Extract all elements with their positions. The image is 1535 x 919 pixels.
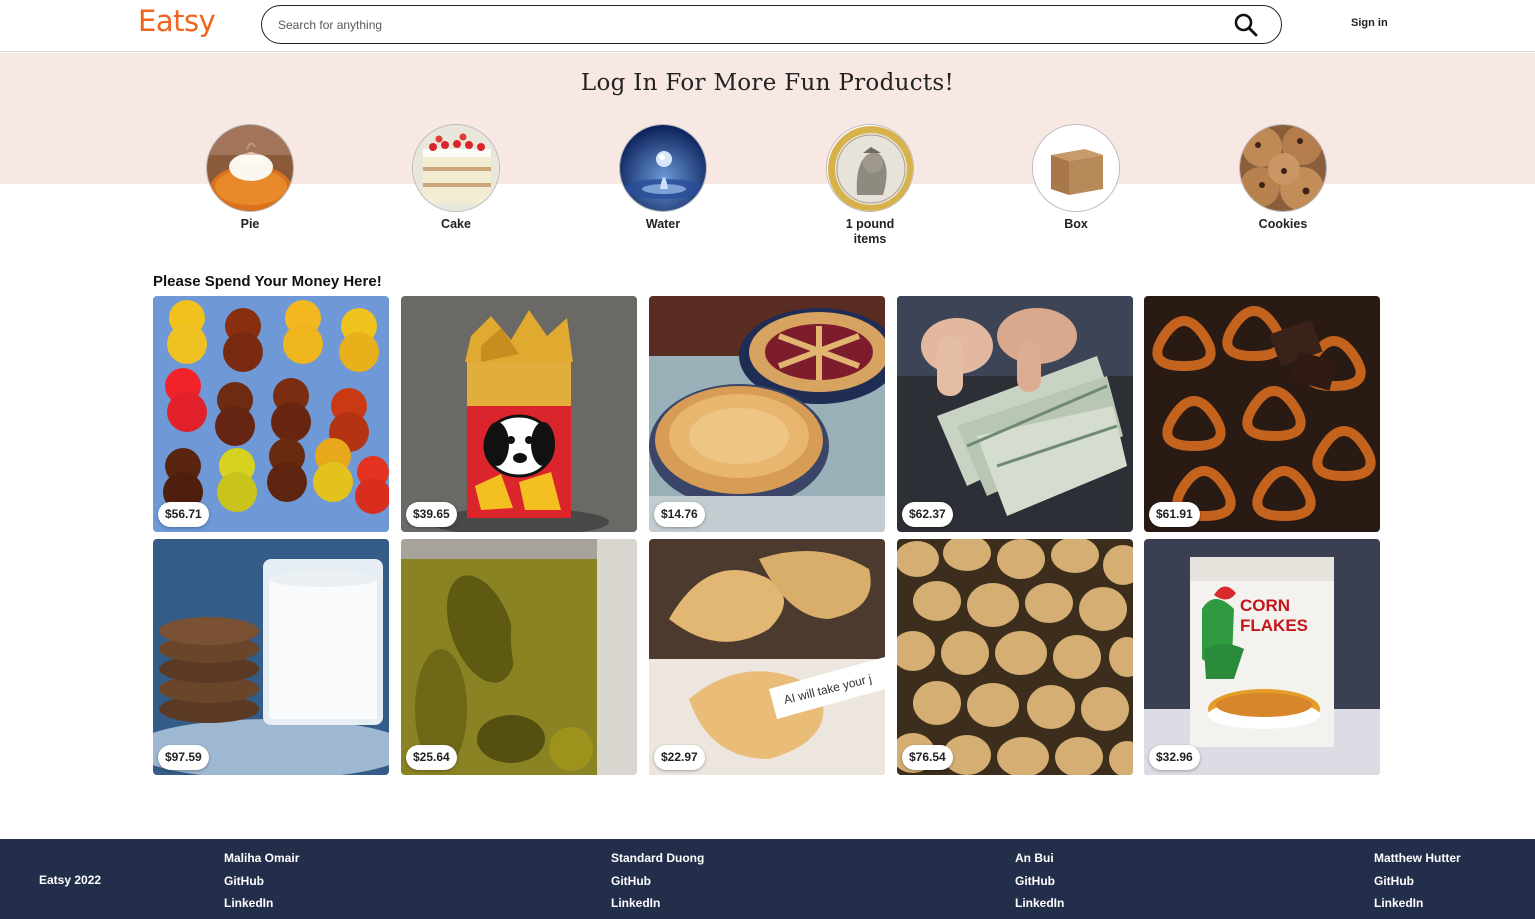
cake-image [412,124,500,212]
price-badge: $14.76 [654,502,705,527]
chocolate-pretzels-image [1144,296,1380,532]
product-card[interactable]: AI will take your j $22.97 [649,539,885,775]
category-label: Pie [240,217,260,231]
search-input[interactable] [278,14,1198,36]
product-card[interactable]: $39.65 [401,296,637,532]
linkedin-link[interactable]: LinkedIn [224,896,273,910]
search-icon[interactable] [1233,12,1259,38]
chips-bag-image [401,296,637,532]
category-label: Cake [441,217,471,231]
product-card[interactable]: $97.59 [153,539,389,775]
github-link[interactable]: GitHub [1374,874,1414,888]
person-name: Standard Duong [611,851,705,865]
category-label: Box [1064,217,1088,231]
linkedin-link[interactable]: LinkedIn [1374,896,1423,910]
price-badge: $97.59 [158,745,209,770]
pie-image [206,124,294,212]
site-header: Eatsy Sign in [0,0,1535,52]
product-card[interactable]: $62.37 [897,296,1133,532]
category-label: Cookies [1258,217,1308,231]
github-link[interactable]: GitHub [611,874,651,888]
footer-brand: Eatsy 2022 [39,873,102,887]
github-link[interactable]: GitHub [224,874,264,888]
category-label: Water [645,217,681,231]
pickles-jar-image [401,539,637,775]
category-1-pound-items[interactable]: 1 pound items [815,124,925,247]
linkedin-link[interactable]: LinkedIn [611,896,660,910]
corn-flakes-image: CORN FLAKES [1144,539,1380,775]
person-name: Matthew Hutter [1374,851,1461,865]
cookies-and-milk-image [153,539,389,775]
product-card[interactable]: $76.54 [897,539,1133,775]
price-badge: $62.37 [902,502,953,527]
money-image [897,296,1133,532]
price-badge: $39.65 [406,502,457,527]
cookies-image [1239,124,1327,212]
price-badge: $22.97 [654,745,705,770]
person-name: An Bui [1015,851,1054,865]
category-water[interactable]: Water [608,124,718,232]
gummy-bears-image [153,296,389,532]
site-footer: Eatsy 2022 Maliha Omair GitHub LinkedIn … [0,839,1535,919]
footer-person-column: An Bui GitHub LinkedIn [1015,851,1064,919]
box-image [1032,124,1120,212]
footer-person-column: Matthew Hutter GitHub LinkedIn [1374,851,1461,919]
person-name: Maliha Omair [224,851,300,865]
svg-text:FLAKES: FLAKES [1240,616,1308,635]
category-label: 1 pound items [845,217,895,246]
water-drop-image [619,124,707,212]
linkedin-link[interactable]: LinkedIn [1015,896,1064,910]
category-cookies[interactable]: Cookies [1228,124,1338,232]
sign-in-link[interactable]: Sign in [1351,17,1388,29]
product-card[interactable]: $56.71 [153,296,389,532]
product-card[interactable]: $61.91 [1144,296,1380,532]
product-card[interactable]: $14.76 [649,296,885,532]
category-pie[interactable]: Pie [195,124,305,232]
potatoes-image [897,539,1133,775]
pound-coin-image [826,124,914,212]
category-cake[interactable]: Cake [401,124,511,232]
price-badge: $56.71 [158,502,209,527]
price-badge: $25.64 [406,745,457,770]
footer-person-column: Standard Duong GitHub LinkedIn [611,851,704,919]
price-badge: $61.91 [1149,502,1200,527]
product-card[interactable]: CORN FLAKES $32.96 [1144,539,1380,775]
search-bar [261,5,1282,44]
price-badge: $32.96 [1149,745,1200,770]
banner-title: Log In For More Fun Products! [580,70,955,96]
fortune-cookies-image: AI will take your j [649,539,885,775]
eatsy-logo[interactable]: Eatsy [138,4,216,38]
section-title: Please Spend Your Money Here! [153,273,382,290]
corn-flakes-label: CORN [1240,596,1290,615]
github-link[interactable]: GitHub [1015,874,1055,888]
category-box[interactable]: Box [1021,124,1131,232]
price-badge: $76.54 [902,745,953,770]
pies-image [649,296,885,532]
product-card[interactable]: $25.64 [401,539,637,775]
footer-person-column: Maliha Omair GitHub LinkedIn [224,851,299,919]
